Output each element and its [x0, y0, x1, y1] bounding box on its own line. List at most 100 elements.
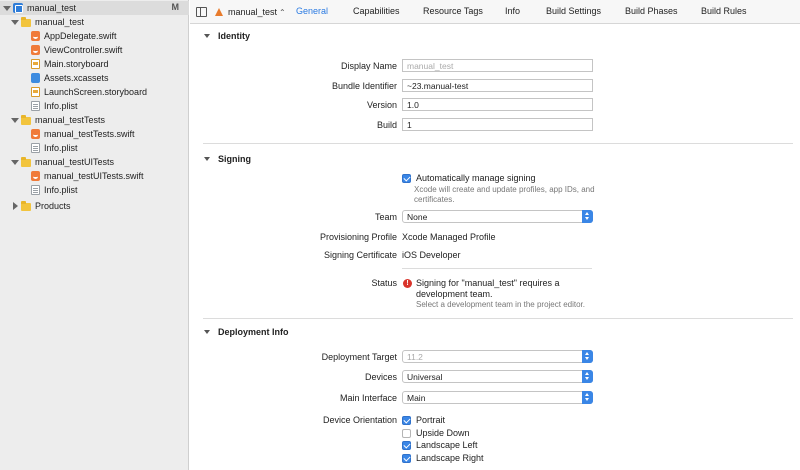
project-label: manual_test: [27, 3, 77, 13]
file-label: Info.plist: [44, 185, 78, 195]
main-interface-label: Main Interface: [339, 393, 397, 403]
signing-section-header[interactable]: Signing: [204, 154, 251, 164]
orientation-landscape-right-label: Landscape Right: [416, 453, 484, 463]
orientation-upside-down-label: Upside Down: [416, 428, 470, 438]
auto-manage-signing-label: Automatically manage signing: [416, 173, 536, 183]
file-label: ViewController.swift: [44, 45, 123, 55]
status-divider: [402, 268, 592, 269]
devices-label: Devices: [364, 372, 397, 382]
orientation-upside-down-checkbox[interactable]: [402, 429, 411, 438]
orientation-portrait-checkbox[interactable]: [402, 416, 411, 425]
orientation-landscape-right-checkbox[interactable]: [402, 454, 411, 463]
file-row[interactable]: Main.storyboard: [0, 57, 189, 71]
storyboard-icon: [31, 59, 40, 69]
file-row[interactable]: LaunchScreen.storyboard: [0, 85, 189, 99]
group-row-tests[interactable]: manual_testTests: [0, 113, 189, 127]
plist-icon: [31, 101, 40, 111]
orientation-landscape-left-checkbox[interactable]: [402, 441, 411, 450]
disclosure-down-icon[interactable]: [11, 18, 19, 26]
deployment-target-popup[interactable]: 11.2: [402, 350, 593, 363]
build-field[interactable]: 1: [402, 118, 593, 131]
file-row[interactable]: Info.plist: [0, 141, 189, 155]
plist-icon: [31, 143, 40, 153]
file-label: Info.plist: [44, 101, 78, 111]
auto-manage-signing-checkbox[interactable]: [402, 174, 411, 183]
identity-section-header[interactable]: Identity: [204, 31, 250, 41]
disclosure-down-icon[interactable]: [204, 34, 210, 38]
version-field[interactable]: 1.0: [402, 98, 593, 111]
popup-stepper-icon: [582, 370, 593, 383]
sidebar-toggle-icon[interactable]: [196, 7, 207, 17]
main-interface-popup[interactable]: Main: [402, 391, 593, 404]
auto-manage-help-text: Xcode will create and update profiles, a…: [414, 185, 595, 204]
provisioning-profile-label: Provisioning Profile: [319, 232, 397, 242]
tab-capabilities[interactable]: Capabilities: [353, 6, 400, 16]
file-label: manual_testUITests.swift: [44, 171, 144, 181]
group-row-uitests[interactable]: manual_testUITests: [0, 155, 189, 169]
bundle-identifier-field[interactable]: ~23.manual-test: [402, 79, 593, 92]
device-orientation-label: Device Orientation: [322, 415, 397, 425]
popup-stepper-icon: [582, 350, 593, 363]
disclosure-down-icon[interactable]: [204, 330, 210, 334]
devices-value: Universal: [407, 372, 443, 382]
swift-file-icon: [31, 171, 40, 181]
plist-icon: [31, 185, 40, 195]
file-label: manual_testTests.swift: [44, 129, 135, 139]
group-label: manual_testUITests: [35, 157, 115, 167]
file-row[interactable]: manual_testTests.swift: [0, 127, 189, 141]
file-label: Info.plist: [44, 143, 78, 153]
tab-build-rules[interactable]: Build Rules: [701, 6, 747, 16]
popup-stepper-icon: [582, 210, 593, 223]
bundle-identifier-label: Bundle Identifier: [331, 81, 397, 91]
tab-build-phases[interactable]: Build Phases: [625, 6, 678, 16]
file-label: LaunchScreen.storyboard: [44, 87, 148, 97]
tab-info[interactable]: Info: [505, 6, 520, 16]
group-label: manual_test: [35, 17, 85, 27]
file-label: AppDelegate.swift: [44, 31, 117, 41]
target-label: manual_test: [228, 7, 278, 17]
error-icon: !: [403, 279, 412, 288]
tab-build-settings[interactable]: Build Settings: [546, 6, 601, 16]
assets-icon: [31, 73, 40, 83]
group-row-products[interactable]: Products: [0, 199, 189, 213]
swift-file-icon: [31, 31, 40, 41]
updown-chevron-icon: ⌃: [279, 7, 286, 17]
target-selector[interactable]: manual_test ⌃: [214, 5, 286, 19]
signing-certificate-value: iOS Developer: [402, 250, 461, 260]
devices-popup[interactable]: Universal: [402, 370, 593, 383]
tab-resource-tags[interactable]: Resource Tags: [423, 6, 483, 16]
file-row[interactable]: ViewController.swift: [0, 43, 189, 57]
section-divider: [203, 318, 793, 319]
deployment-section-header[interactable]: Deployment Info: [204, 327, 289, 337]
project-navigator: manual_test M manual_test AppDelegate.sw…: [0, 0, 189, 470]
folder-icon: [21, 114, 31, 125]
project-row[interactable]: manual_test M: [0, 1, 189, 15]
display-name-field[interactable]: manual_test: [402, 59, 593, 72]
file-row[interactable]: manual_testUITests.swift: [0, 169, 189, 183]
folder-icon: [21, 16, 31, 27]
file-row[interactable]: Info.plist: [0, 183, 189, 197]
section-title: Deployment Info: [218, 327, 289, 337]
section-title: Signing: [218, 154, 251, 164]
disclosure-down-icon[interactable]: [11, 116, 19, 124]
main-interface-value: Main: [407, 393, 426, 403]
provisioning-profile-value: Xcode Managed Profile: [402, 232, 496, 242]
disclosure-right-icon[interactable]: [11, 202, 19, 210]
section-title: Identity: [218, 31, 251, 41]
file-row[interactable]: Info.plist: [0, 99, 189, 113]
tab-general[interactable]: General: [296, 6, 328, 16]
status-sub-message: Select a development team in the project…: [416, 300, 585, 309]
file-row[interactable]: Assets.xcassets: [0, 71, 189, 85]
orientation-portrait-label: Portrait: [416, 415, 446, 425]
file-label: Main.storyboard: [44, 59, 109, 69]
disclosure-down-icon[interactable]: [204, 157, 210, 161]
group-label: manual_testTests: [35, 115, 106, 125]
disclosure-down-icon[interactable]: [11, 158, 19, 166]
version-label: Version: [366, 100, 397, 110]
file-row[interactable]: AppDelegate.swift: [0, 29, 189, 43]
app-target-icon: [214, 7, 224, 17]
folder-icon: [21, 200, 31, 211]
disclosure-down-icon[interactable]: [3, 4, 11, 12]
team-popup[interactable]: None: [402, 210, 593, 223]
group-row-manual-test[interactable]: manual_test: [0, 15, 189, 29]
